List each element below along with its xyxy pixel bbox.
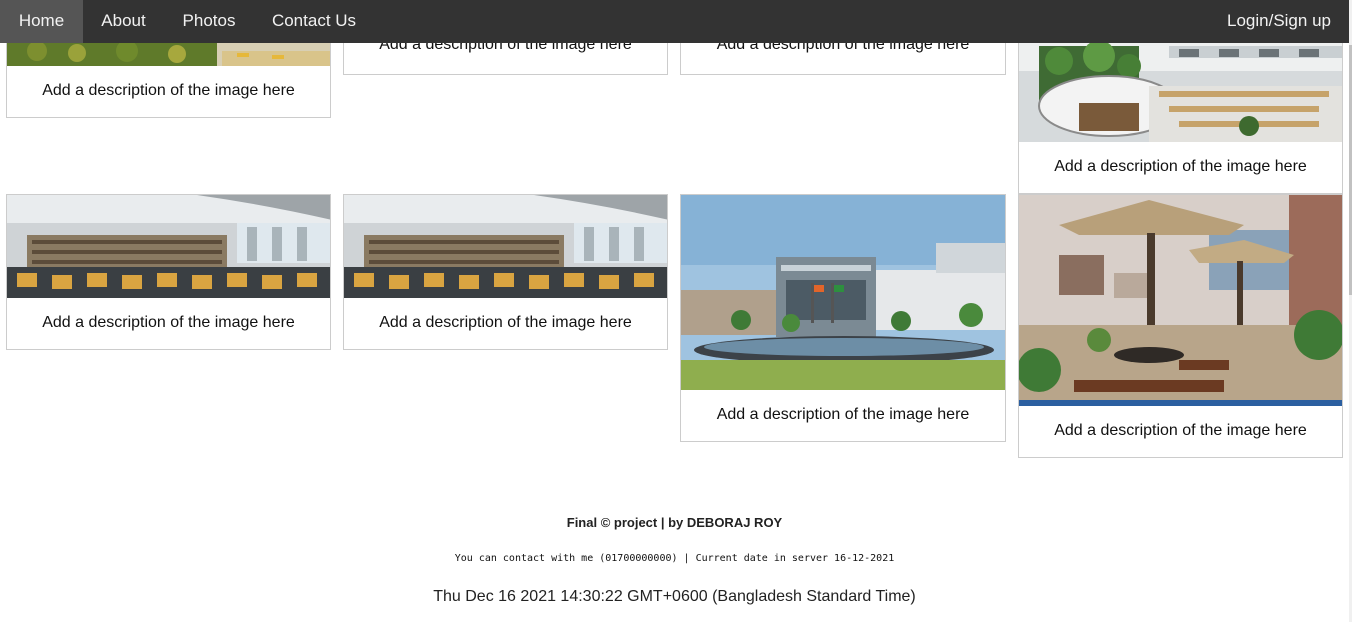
current-datetime: Thu Dec 16 2021 14:30:22 GMT+0600 (Bangl… <box>433 588 916 605</box>
gallery-card: Add a description of the image here <box>1018 194 1343 458</box>
gallery-card: Add a description of the image here <box>343 194 668 350</box>
nav-login-signup-link[interactable]: Login/Sign up <box>1213 0 1345 43</box>
rooftop-seating-area-photo[interactable] <box>1019 195 1342 406</box>
nav-contact-link[interactable]: Contact Us <box>254 0 374 43</box>
footer-credit: Final © project | by DEBORAJ ROY <box>566 515 783 530</box>
image-description: Add a description of the image here <box>42 314 295 331</box>
nav-about-link[interactable]: About <box>83 0 164 43</box>
nav-photos-link[interactable]: Photos <box>164 0 254 43</box>
gallery-card: Add a description of the image here <box>680 194 1006 442</box>
image-description: Add a description of the image here <box>716 406 970 423</box>
image-description: Add a description of the image here <box>42 82 295 99</box>
nav-home-link[interactable]: Home <box>0 0 83 43</box>
image-description: Add a description of the image here <box>1054 422 1307 439</box>
image-description: Add a description of the image here <box>379 314 632 331</box>
top-navigation-bar: Home About Photos Contact Us Login/Sign … <box>0 0 1349 43</box>
gallery-card: Add a description of the image here <box>6 194 331 350</box>
library-reading-hall-photo[interactable] <box>344 195 667 298</box>
library-reading-hall-photo[interactable] <box>7 195 330 298</box>
campus-building-fountain-photo[interactable] <box>681 195 1005 390</box>
image-description: Add a description of the image here <box>1054 158 1307 175</box>
footer-contact-info: You can contact with me (01700000000) | … <box>454 553 895 564</box>
